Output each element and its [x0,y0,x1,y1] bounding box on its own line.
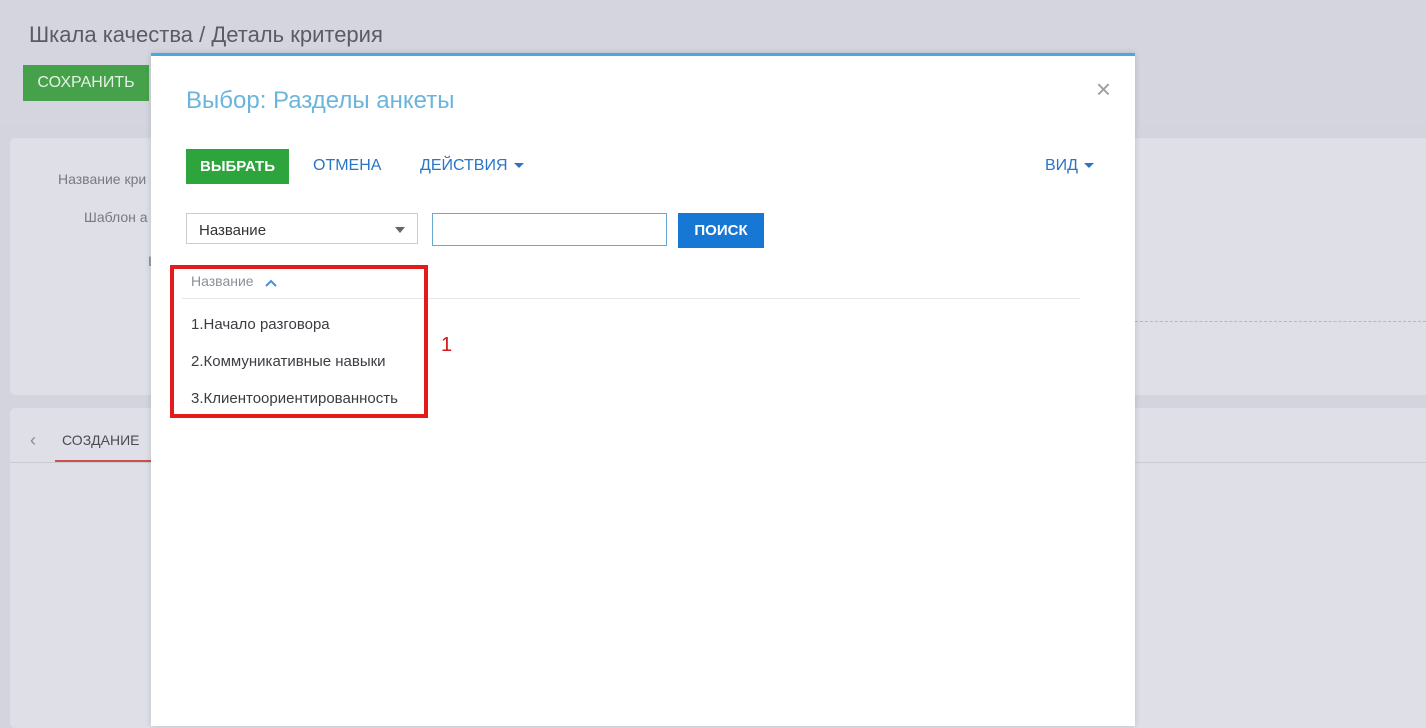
annotation-number: 1 [441,334,453,356]
view-menu-button[interactable]: ВИД [1045,157,1095,175]
view-label: ВИД [1045,157,1079,174]
selection-modal: Выбор: Разделы анкеты × ВЫБРАТЬ ОТМЕНА Д… [151,53,1135,726]
caret-down-icon [1084,163,1095,169]
field-divider [1135,321,1426,322]
save-button[interactable]: СОХРАНИТЬ [23,65,149,101]
filter-column-select[interactable]: Название [186,213,418,244]
cancel-button[interactable]: ОТМЕНА [313,157,381,175]
chevron-left-icon[interactable]: ‹ [30,430,36,451]
caret-down-icon [513,163,524,169]
cancel-label: ОТМЕНА [313,157,382,174]
select-button[interactable]: ВЫБРАТЬ [186,149,289,184]
search-input[interactable] [432,213,667,246]
filter-column-value: Название [199,222,267,239]
close-icon[interactable]: × [1096,74,1111,105]
page-title: Шкала качества / Деталь критерия [29,22,383,47]
dropdown-caret-icon [395,227,405,233]
modal-title: Выбор: Разделы анкеты [186,87,455,114]
search-button[interactable]: ПОИСК [678,213,764,248]
annotation-highlight-box [170,265,428,418]
actions-menu-button[interactable]: ДЕЙСТВИЯ [420,157,524,175]
tab-create[interactable]: СОЗДАНИЕ [62,432,139,448]
field-label-template: Шаблон а [84,209,148,225]
actions-label: ДЕЙСТВИЯ [420,157,508,174]
field-label-name: Название кри [58,171,147,187]
